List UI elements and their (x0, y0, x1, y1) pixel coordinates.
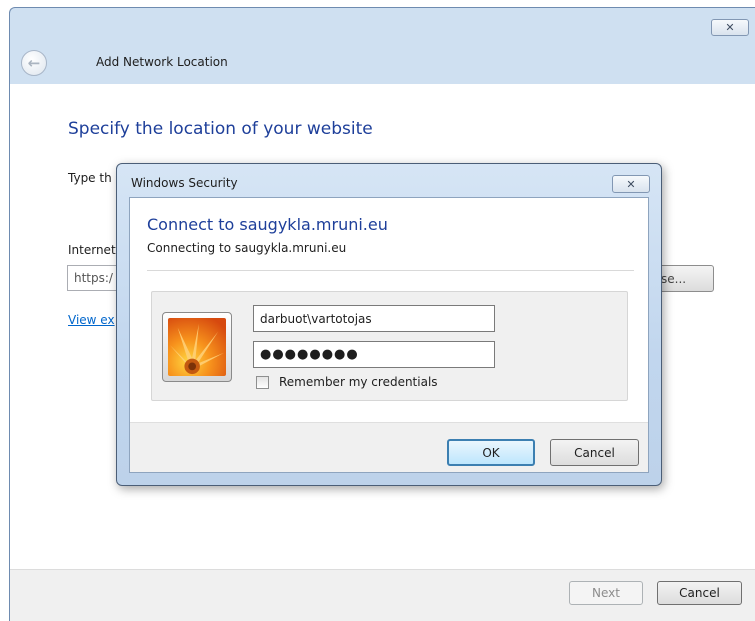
password-field[interactable]: ●●●●●●●● (253, 341, 495, 368)
security-body: Connect to saugykla.mruni.eu Connecting … (129, 197, 649, 473)
windows-security-dialog: Windows Security ✕ Connect to saugykla.m… (116, 163, 662, 486)
security-close-button[interactable]: ✕ (612, 175, 650, 193)
browse-button[interactable]: se... (656, 265, 714, 292)
address-label: Internet (68, 243, 116, 257)
remember-credentials[interactable]: Remember my credentials (256, 375, 438, 389)
remember-checkbox[interactable] (256, 375, 269, 389)
security-title: Windows Security (131, 176, 238, 190)
divider (147, 270, 634, 271)
back-arrow-icon: ← (27, 54, 41, 72)
close-icon: ✕ (626, 177, 636, 191)
wizard-cancel-button[interactable]: Cancel (657, 581, 742, 605)
wizard-title: Add Network Location (96, 55, 228, 69)
remember-label: Remember my credentials (279, 375, 438, 389)
back-button[interactable]: ← (21, 50, 47, 76)
view-examples-link[interactable]: View ex (68, 313, 115, 327)
next-button[interactable]: Next (569, 581, 643, 605)
security-titlebar: Windows Security ✕ (117, 164, 661, 194)
credential-tile: ●●●●●●●● Remember my credentials (151, 291, 628, 401)
connecting-text: Connecting to saugykla.mruni.eu (147, 241, 347, 255)
wizard-close-button[interactable]: ✕ (711, 19, 749, 36)
security-footer: OK Cancel (130, 422, 648, 472)
close-icon: ✕ (725, 21, 735, 34)
username-field[interactable] (253, 305, 495, 332)
security-cancel-button[interactable]: Cancel (550, 439, 639, 466)
instruction-text: Type th (68, 171, 112, 185)
connect-heading: Connect to saugykla.mruni.eu (147, 215, 388, 234)
ok-button[interactable]: OK (447, 439, 535, 466)
wizard-footer: Next Cancel (10, 569, 755, 621)
wizard-titlebar: ✕ (10, 8, 755, 36)
flower-user-icon (168, 318, 226, 376)
page-heading: Specify the location of your website (68, 119, 373, 139)
user-picture (162, 312, 232, 382)
